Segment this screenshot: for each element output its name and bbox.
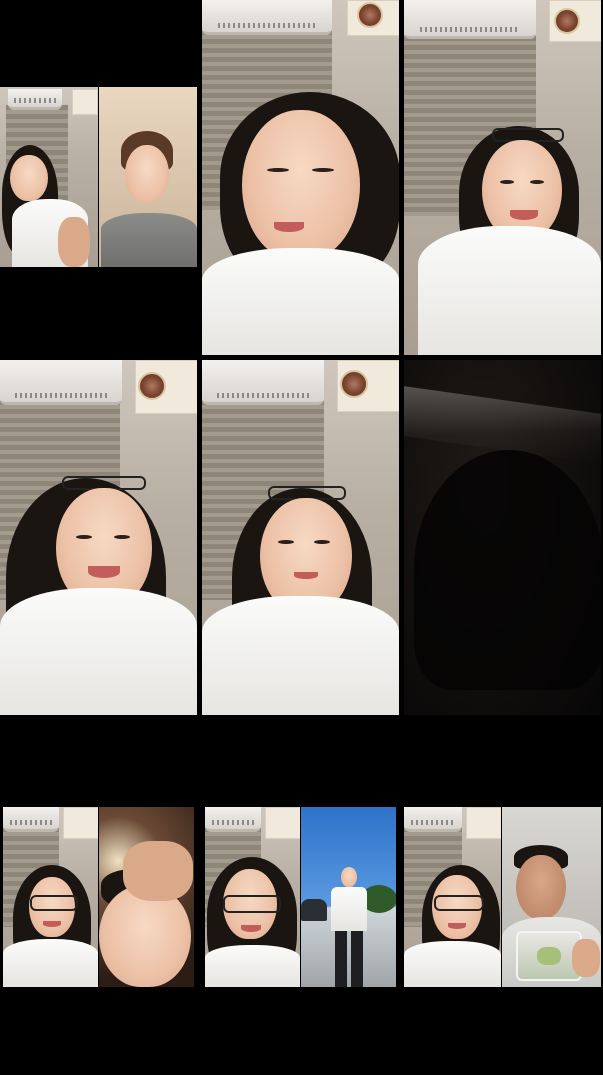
host-person [202,360,399,715]
host-tile-looking-aside[interactable] [202,360,399,715]
host-person [0,87,98,267]
host-person [202,0,399,355]
host-tile-smile-2[interactable] [0,360,197,715]
guest-with-food [502,807,601,987]
split-call-tile-4-host[interactable] [404,807,501,987]
guest-closeup [99,807,194,987]
host-tile-eyes-closed[interactable] [202,0,399,355]
host-tile-smile-1[interactable] [404,0,601,355]
guest-walking [301,807,396,987]
guest-person [99,87,197,267]
split-call-tile-3-host[interactable] [205,807,300,987]
host-person [205,807,300,987]
split-call-tile-2-host[interactable] [3,807,98,987]
host-person [404,0,601,355]
host-person [0,360,197,715]
dark-guest-tile[interactable] [404,360,601,715]
host-person [404,807,501,987]
split-call-tile-1[interactable] [0,87,98,267]
split-call-tile-4-guest[interactable] [502,807,601,987]
split-call-tile-1-guest[interactable] [99,87,197,267]
live-stream-grid [0,0,603,1075]
split-call-tile-2-guest[interactable] [99,807,194,987]
split-call-tile-3-guest[interactable] [301,807,396,987]
guest-silhouette [414,450,601,690]
host-person [3,807,98,987]
